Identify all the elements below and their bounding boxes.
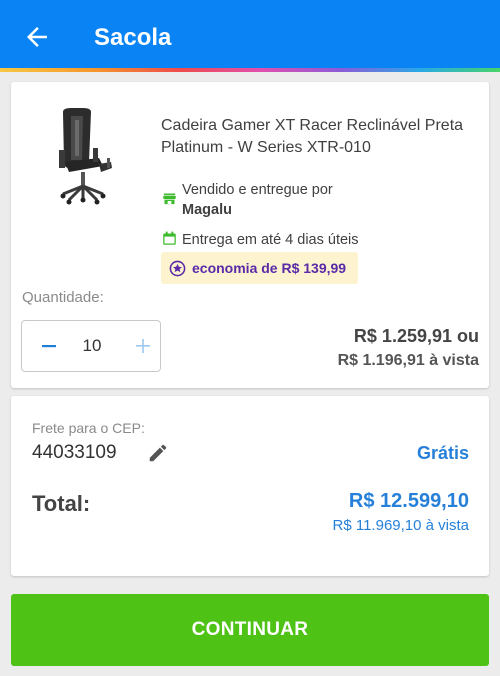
- plus-icon[interactable]: [134, 337, 152, 355]
- gaming-chair-image[interactable]: [49, 106, 115, 206]
- page-title: Sacola: [94, 24, 172, 51]
- arrow-left-icon[interactable]: [22, 22, 52, 52]
- price-installment: R$ 1.259,91 ou: [353, 326, 479, 346]
- calendar-icon: [163, 231, 176, 245]
- total-label: Total:: [32, 491, 91, 516]
- delivery-estimate: Entrega em até 4 dias úteis: [182, 232, 359, 248]
- minus-icon[interactable]: [40, 337, 58, 355]
- cep-label: Frete para o CEP:: [32, 420, 145, 436]
- product-name[interactable]: Cadeira Gamer XT Racer Reclinável Preta …: [161, 115, 471, 159]
- store-icon: [163, 193, 176, 205]
- economy-badge: economia de R$ 139,99: [161, 252, 359, 284]
- seller-label: Vendido e entregue por: [182, 182, 333, 198]
- price-cash: R$ 1.196,91 à vista: [337, 352, 479, 369]
- cart-item-card: Cadeira Gamer XT Racer Reclinável Preta …: [11, 82, 489, 388]
- quantity-stepper: 10: [21, 320, 161, 372]
- seller-info: Vendido e entregue por Magalu: [182, 180, 333, 220]
- seller-name: Magalu: [182, 202, 232, 218]
- app-bar: Sacola: [0, 0, 500, 72]
- economy-text: economia de R$ 139,99: [192, 260, 347, 276]
- total-value: R$ 12.599,10: [348, 490, 469, 512]
- order-summary-card: Frete para o CEP: 44033109 Grátis Total:…: [11, 396, 489, 576]
- pencil-icon[interactable]: [147, 442, 169, 464]
- cep-value: 44033109: [32, 442, 117, 463]
- rainbow-divider: [0, 68, 500, 72]
- continue-label: CONTINUAR: [191, 619, 309, 640]
- star-badge-icon: [169, 260, 186, 276]
- continue-button[interactable]: CONTINUAR: [11, 594, 489, 666]
- shipping-price: Grátis: [416, 443, 469, 463]
- quantity-value[interactable]: 10: [74, 336, 110, 356]
- total-cash: R$ 11.969,10 à vista: [332, 517, 469, 534]
- quantity-label: Quantidade:: [22, 289, 104, 306]
